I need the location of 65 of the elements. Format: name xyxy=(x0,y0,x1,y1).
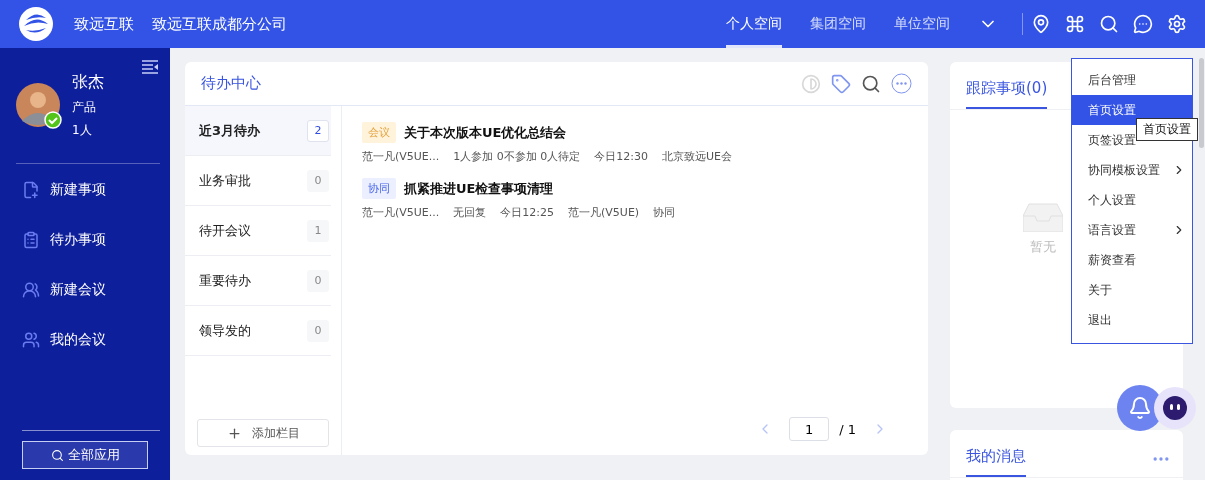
count-badge: 0 xyxy=(307,269,329,292)
category-label: 近3月待办 xyxy=(199,121,261,140)
item-title[interactable]: 关于本次版本UE优化总结会 xyxy=(404,123,567,142)
avatar xyxy=(16,82,62,129)
nav-tab[interactable]: 单位空间 xyxy=(894,0,950,48)
sidebar-item[interactable]: 新建事项 xyxy=(22,165,160,215)
item-meta: 今日12:30 xyxy=(594,149,648,164)
item-title[interactable]: 抓紧推进UE检查事项清理 xyxy=(404,179,554,198)
item-meta: 范一凡(V5UE... xyxy=(362,205,440,220)
brand-name: 致远互联 xyxy=(74,14,134,34)
all-apps-button[interactable]: 全部应用 xyxy=(22,441,148,469)
more-icon[interactable] xyxy=(891,73,912,94)
map-pin-icon[interactable] xyxy=(1031,14,1051,34)
category-label: 重要待办 xyxy=(199,271,251,290)
item-meta: 范一凡(V5UE) xyxy=(568,205,640,220)
card-title: 我的消息 xyxy=(966,447,1026,477)
sidebar-item[interactable]: 新建会议 xyxy=(22,265,160,315)
count-badge: 1 xyxy=(307,219,329,242)
item-meta: 无回复 xyxy=(453,205,487,220)
command-icon[interactable] xyxy=(1065,14,1085,34)
empty-tray-icon xyxy=(1022,202,1063,232)
settings-icon[interactable] xyxy=(1167,14,1187,34)
category-item[interactable]: 近3月待办 2 xyxy=(185,106,331,156)
item-meta: 范一凡(V5UE... xyxy=(362,149,440,164)
type-tag: 协同 xyxy=(362,178,396,199)
count-badge: 0 xyxy=(307,169,329,192)
assistant-icon[interactable] xyxy=(1153,386,1197,430)
item-meta: 1人参加 0不参加 0人待定 xyxy=(453,149,581,164)
count-badge: 2 xyxy=(307,119,329,142)
nav-tab[interactable]: 个人空间 xyxy=(726,0,782,48)
item-meta: 北京致远UE会 xyxy=(662,149,733,164)
card-title: 待办中心 xyxy=(201,74,261,93)
empty-text: 暂无 xyxy=(1029,238,1056,256)
member-count: 1人 xyxy=(72,122,93,139)
new-item-icon xyxy=(22,181,40,199)
add-column-button[interactable]: 添加栏目 xyxy=(197,419,329,447)
type-tag: 会议 xyxy=(362,122,396,143)
user-role: 产品 xyxy=(72,99,97,116)
category-label: 待开会议 xyxy=(199,221,251,240)
user-name: 张杰 xyxy=(72,72,104,93)
logo-icon xyxy=(18,6,54,42)
search-icon[interactable] xyxy=(1099,14,1119,34)
item-meta: 今日12:25 xyxy=(500,205,554,220)
chat-icon[interactable] xyxy=(1133,14,1153,34)
tag-icon[interactable] xyxy=(831,73,851,94)
category-label: 领导发的 xyxy=(199,321,251,340)
bell-icon xyxy=(1128,396,1152,420)
category-label: 业务审批 xyxy=(199,171,251,190)
tooltip: 首页设置 xyxy=(1136,118,1198,141)
search-icon xyxy=(50,448,64,462)
sidebar-item[interactable]: 我的会议 xyxy=(22,315,160,365)
nav-tab[interactable]: 集团空间 xyxy=(810,0,866,48)
page-total: / 1 xyxy=(839,421,856,437)
collapse-icon[interactable] xyxy=(142,60,158,74)
search-icon[interactable] xyxy=(861,73,881,94)
new-meeting-icon xyxy=(22,281,40,299)
tracking-tab[interactable]: 跟踪事项(0) xyxy=(966,79,1048,109)
item-meta: 协同 xyxy=(653,205,676,220)
plus-icon xyxy=(226,425,242,441)
todo-icon xyxy=(22,231,40,249)
page-field[interactable]: 1 xyxy=(789,417,830,441)
meetings-icon xyxy=(22,331,40,349)
company-name: 致远互联成都分公司 xyxy=(152,14,287,34)
sidebar-item[interactable]: 待办事项 xyxy=(22,215,160,265)
count-badge: 0 xyxy=(307,319,329,342)
